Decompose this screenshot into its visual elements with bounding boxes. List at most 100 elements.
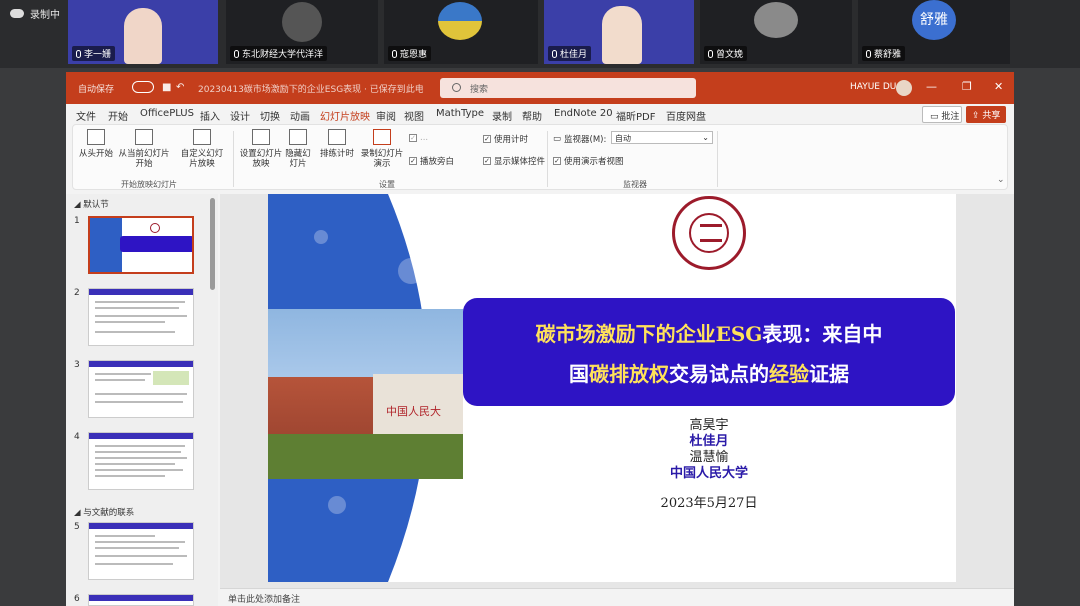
monitor-icon: ▭ bbox=[553, 134, 562, 144]
participant-tile[interactable]: 杜佳月 bbox=[544, 0, 694, 64]
autosave-label: 自动保存 bbox=[78, 85, 115, 95]
current-slide[interactable]: 中国人民大 碳市场激励下的企业ESG表现：来自中 国碳排放权交易试点的经验证据 bbox=[268, 194, 956, 582]
share-icon: ⇪ bbox=[972, 111, 980, 121]
checkbox-icon: ✓ bbox=[483, 157, 491, 165]
checkbox-icon: ✓ bbox=[409, 157, 417, 165]
tab-record[interactable]: 录制 bbox=[492, 108, 512, 123]
monitor-dropdown[interactable]: 自动 ⌄ bbox=[611, 131, 713, 144]
close-icon[interactable]: ✕ bbox=[994, 80, 1003, 93]
tab-animations[interactable]: 动画 bbox=[290, 108, 310, 123]
save-icon[interactable]: ■ bbox=[162, 82, 171, 93]
participant-video bbox=[602, 6, 642, 64]
tab-mathtype[interactable]: MathType bbox=[436, 108, 484, 119]
thumb-title bbox=[120, 236, 192, 252]
tab-help[interactable]: 帮助 bbox=[522, 108, 542, 123]
title-line2-part: 国 bbox=[569, 362, 589, 386]
decor-bubble bbox=[398, 258, 424, 284]
notes-placeholder: 单击此处添加备注 bbox=[228, 595, 301, 605]
presenter-view-checkbox[interactable]: ✓ 使用演示者视图 bbox=[553, 155, 624, 167]
tab-file[interactable]: 文件 bbox=[76, 108, 96, 123]
slide-thumbnail[interactable] bbox=[88, 594, 194, 606]
thumb-header bbox=[89, 433, 193, 439]
title-bar: 自动保存 ■ ↶ 20230413碳市场激励下的企业ESG表现 · 已保存到此电… bbox=[66, 72, 1014, 104]
thumbnails-scrollbar[interactable] bbox=[210, 198, 215, 290]
slide-number: 1 bbox=[74, 216, 80, 226]
participant-tile[interactable]: 李一姗 bbox=[68, 0, 218, 64]
tab-foxit-pdf[interactable]: 福昕PDF bbox=[616, 108, 655, 123]
hide-slide-icon bbox=[289, 129, 307, 145]
slide-thumbnail[interactable] bbox=[88, 360, 194, 418]
slide-thumbnail[interactable] bbox=[88, 522, 194, 580]
tab-insert[interactable]: 插入 bbox=[200, 108, 220, 123]
rehearse-timings-button[interactable]: 排练计时 bbox=[317, 129, 357, 159]
thumb-line bbox=[95, 475, 165, 477]
participant-name: 寇恩惠 bbox=[400, 50, 428, 60]
slide-thumbnail[interactable] bbox=[88, 432, 194, 490]
powerpoint-window: 自动保存 ■ ↶ 20230413碳市场激励下的企业ESG表现 · 已保存到此电… bbox=[66, 72, 1014, 606]
group-label-start: 开始放映幻灯片 bbox=[121, 180, 177, 189]
show-media-controls-checkbox[interactable]: ✓ 显示媒体控件 bbox=[483, 155, 545, 167]
section-label: 默认节 bbox=[83, 200, 109, 210]
mic-icon bbox=[76, 49, 81, 58]
setup-show-button[interactable]: 设置幻灯片放映 bbox=[239, 129, 283, 169]
participant-tile[interactable]: 曾文娩 bbox=[700, 0, 852, 64]
tab-officeplus[interactable]: OfficePLUS bbox=[140, 108, 194, 119]
tab-transitions[interactable]: 切换 bbox=[260, 108, 280, 123]
thumb-line bbox=[95, 563, 173, 565]
share-button[interactable]: ⇪ 共享 bbox=[966, 106, 1006, 123]
tab-view[interactable]: 视图 bbox=[404, 108, 424, 123]
decor-bubble bbox=[328, 496, 346, 514]
slide-editor-canvas[interactable]: 中国人民大 碳市场激励下的企业ESG表现：来自中 国碳排放权交易试点的经验证据 bbox=[220, 194, 1014, 588]
record-icon bbox=[373, 129, 391, 145]
play-narration-checkbox[interactable]: ✓ 播放旁白 bbox=[409, 155, 454, 167]
record-narration-checkbox[interactable]: ✓... bbox=[409, 133, 428, 143]
restore-icon[interactable]: ❐ bbox=[962, 80, 972, 93]
campus-hedge bbox=[268, 434, 463, 479]
thumb-line bbox=[95, 541, 185, 543]
undo-icon[interactable]: ↶ bbox=[176, 82, 184, 93]
use-timings-checkbox[interactable]: ✓ 使用计时 bbox=[483, 133, 528, 145]
user-avatar[interactable] bbox=[896, 80, 912, 96]
hide-slide-button[interactable]: 隐藏幻灯片 bbox=[283, 129, 313, 169]
minimize-icon[interactable]: — bbox=[926, 80, 937, 93]
tab-design[interactable]: 设计 bbox=[230, 108, 250, 123]
group-separator bbox=[233, 131, 234, 187]
use-timings-label: 使用计时 bbox=[494, 135, 529, 145]
play-narration-label: 播放旁白 bbox=[420, 157, 455, 167]
timer-icon bbox=[328, 129, 346, 145]
autosave-toggle[interactable] bbox=[132, 81, 154, 93]
tab-endnote[interactable]: EndNote 20 bbox=[554, 108, 613, 119]
share-label: 共享 bbox=[982, 111, 1001, 121]
tab-review[interactable]: 审阅 bbox=[376, 108, 396, 123]
from-beginning-button[interactable]: 从头开始 bbox=[79, 129, 113, 159]
setup-icon bbox=[252, 129, 270, 145]
tab-baidu-netdisk[interactable]: 百度网盘 bbox=[666, 108, 706, 123]
from-current-button[interactable]: 从当前幻灯片开始 bbox=[117, 129, 171, 169]
participant-tile[interactable]: 舒雅 蔡舒雅 bbox=[858, 0, 1010, 64]
thumb-line bbox=[95, 331, 175, 333]
thumb-seal bbox=[150, 223, 160, 233]
thumb-line bbox=[95, 315, 187, 317]
record-narration-label: ... bbox=[420, 133, 429, 143]
participant-name: 杜佳月 bbox=[560, 50, 588, 60]
section-default[interactable]: ◢ 默认节 bbox=[74, 198, 109, 210]
monitor-label-row: ▭ 监视器(M): bbox=[553, 133, 606, 145]
notes-pane[interactable]: 单击此处添加备注 bbox=[220, 588, 1014, 606]
slide-number: 4 bbox=[74, 432, 80, 442]
slide-thumbnail[interactable] bbox=[88, 288, 194, 346]
participant-tile[interactable]: 寇恩惠 bbox=[384, 0, 538, 64]
thumb-line bbox=[95, 321, 165, 323]
checkbox-icon: ✓ bbox=[553, 157, 561, 165]
tab-home[interactable]: 开始 bbox=[108, 108, 128, 123]
custom-show-button[interactable]: 自定义幻灯片放映 bbox=[177, 129, 227, 169]
section-related-literature[interactable]: ◢ 与文献的联系 bbox=[74, 506, 134, 518]
ribbon-slide-show: 从头开始 从当前幻灯片开始 自定义幻灯片放映 开始放映幻灯片 设置幻灯片放映 隐… bbox=[72, 124, 1008, 190]
record-slideshow-button[interactable]: 录制幻灯片演示 bbox=[359, 129, 405, 169]
participant-tile[interactable]: 东北财经大学代洋洋 bbox=[226, 0, 378, 64]
thumb-line bbox=[95, 457, 187, 459]
slide-thumbnail[interactable] bbox=[88, 216, 194, 274]
comments-button[interactable]: ▭ 批注 bbox=[922, 106, 962, 123]
collapse-ribbon-icon[interactable]: ⌄ bbox=[997, 175, 1005, 185]
search-box[interactable]: 搜索 bbox=[440, 78, 696, 98]
thumb-line bbox=[95, 307, 179, 309]
